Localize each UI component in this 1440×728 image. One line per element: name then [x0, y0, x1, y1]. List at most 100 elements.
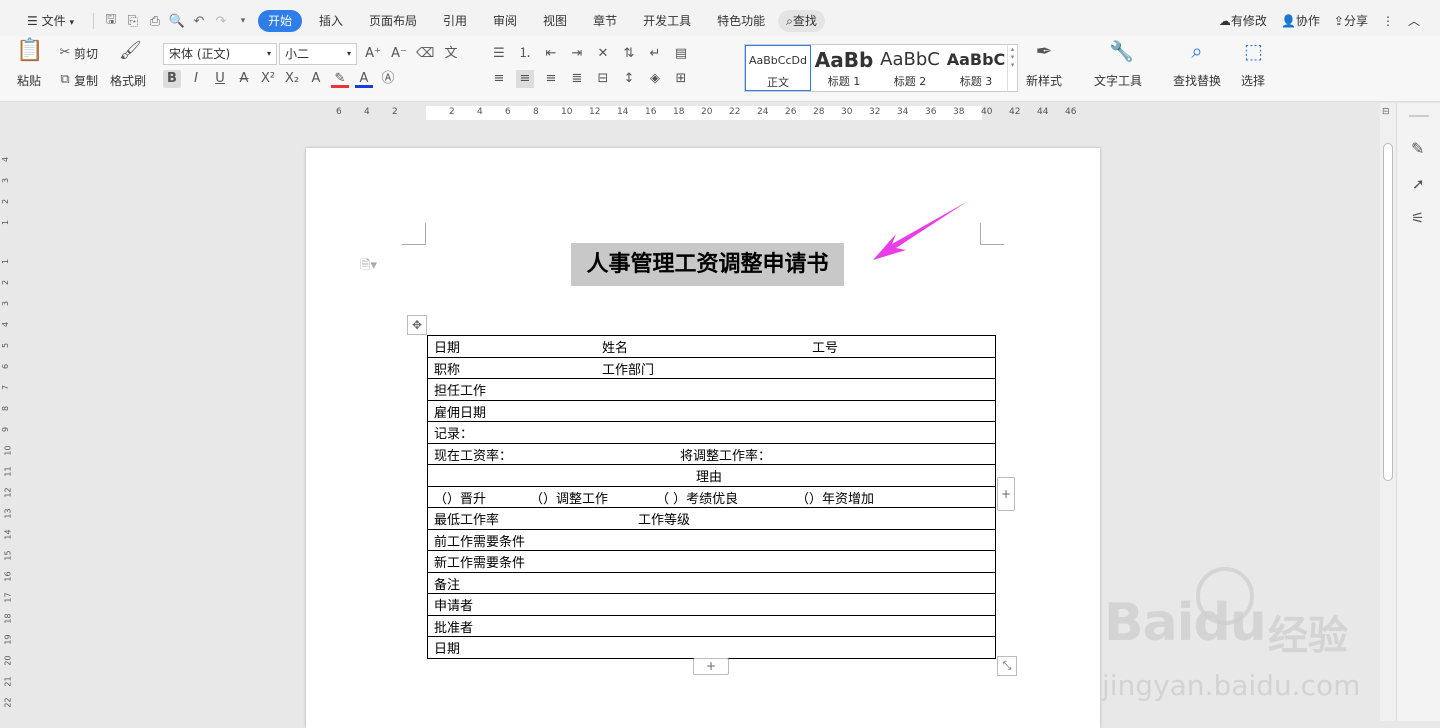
cut-button[interactable]: ✂ 剪切 [56, 44, 98, 62]
tab-review[interactable]: 审阅 [480, 10, 530, 32]
tab-view[interactable]: 视图 [530, 10, 580, 32]
sort-icon[interactable]: ⇅ [620, 45, 638, 63]
bullet-list-icon[interactable]: ☰ [490, 45, 508, 63]
strikethrough-icon[interactable]: A [235, 70, 253, 88]
font-color-icon[interactable]: A [355, 70, 373, 88]
undo-icon[interactable]: ↶ [188, 10, 210, 32]
copy-button[interactable]: ⧉ 复制 [56, 71, 98, 89]
file-menu[interactable]: ☰ 文件 ▾ [14, 10, 87, 32]
share-button[interactable]: ⇪分享 [1334, 10, 1368, 32]
add-column-icon[interactable]: + [997, 477, 1015, 511]
document-title[interactable]: 人事管理工资调整申请书 [571, 243, 844, 286]
tab-developer[interactable]: 开发工具 [630, 10, 704, 32]
adjust-icon[interactable]: ⚟ [1411, 209, 1424, 227]
more-icon[interactable]: ⋮ [1382, 10, 1394, 32]
numbered-list-icon[interactable]: ⒈ [516, 45, 534, 63]
new-style-button[interactable]: ✒ 新样式 [1026, 41, 1062, 89]
find-replace-button[interactable]: ⌕ 查找替换 [1173, 41, 1221, 89]
table-cell[interactable]: （）晋升 （）调整工作 （ ）考绩优良 （）年资增加 [427, 485, 996, 508]
page-view-icon[interactable]: ⊟ [1382, 107, 1390, 117]
table-cell[interactable]: 担任工作 [427, 378, 996, 401]
font-name-select[interactable]: 宋体 (正文) ▾ [163, 43, 277, 65]
table-cell[interactable]: 申请者 [427, 593, 996, 616]
decrease-indent-icon[interactable]: ⇤ [542, 45, 560, 63]
export-icon[interactable]: ⎘ [122, 10, 144, 32]
paragraph-mark-icon[interactable]: ↵ [646, 45, 664, 63]
table-cell[interactable]: 日期 姓名 工号 [427, 335, 996, 358]
align-left-icon[interactable]: ≡ [490, 70, 508, 88]
print-icon[interactable]: ⎙ [144, 10, 166, 32]
pointer-icon[interactable]: ➚ [1412, 175, 1425, 193]
increase-indent-icon[interactable]: ⇥ [568, 45, 586, 63]
phonetic-icon[interactable]: 文 [442, 45, 460, 63]
customize-icon[interactable]: ▾ [232, 10, 254, 32]
highlight-icon[interactable]: ✎ [331, 70, 349, 88]
align-right-icon[interactable]: ≡ [542, 70, 560, 88]
table-cell[interactable]: 理由 [427, 464, 996, 487]
subscript-icon[interactable]: X₂ [283, 70, 301, 88]
table-icon[interactable]: ▤ [672, 45, 690, 63]
print-preview-icon[interactable]: 🔍 [166, 10, 188, 32]
text-tools-button[interactable]: 🔧 文字工具 [1094, 41, 1142, 89]
style-scroll[interactable]: ▴ ▾ ▾ [1007, 45, 1017, 91]
add-row-icon[interactable]: + [693, 658, 729, 675]
vertical-ruler[interactable]: 4 3 2 1 1 2 3 4 5 6 7 8 9 10 11 12 13 14 15 16 17 18 19 20 21 22 [0, 123, 16, 721]
scrollbar-thumb[interactable] [1383, 143, 1393, 481]
tab-references[interactable]: 引用 [430, 10, 480, 32]
save-icon[interactable]: 🖫 [100, 10, 122, 32]
style-normal[interactable]: AaBbCcDd 正文 [745, 45, 811, 91]
table-cell[interactable]: 现在工资率： 将调整工作率： [427, 442, 996, 465]
table-resize-icon[interactable]: ⤡ [997, 656, 1017, 676]
chinese-layout-icon[interactable]: ✕ [594, 45, 612, 63]
underline-icon[interactable]: U [211, 70, 229, 88]
italic-icon[interactable]: I [187, 70, 205, 88]
tab-home[interactable]: 开始 [257, 10, 302, 32]
justify-icon[interactable]: ≣ [568, 70, 586, 88]
tab-insert[interactable]: 插入 [306, 10, 356, 32]
shading-icon[interactable]: ◈ [646, 70, 664, 88]
char-border-icon[interactable]: Ⓐ [379, 70, 397, 88]
horizontal-ruler[interactable]: 6 4 2 2 4 6 8 10 12 14 16 18 20 22 24 26 28 30 32 34 36 38 40 4… [0, 103, 1380, 123]
style-heading-3[interactable]: AaBbC 标题 3 [943, 45, 1009, 91]
style-heading-2[interactable]: AaBbC 标题 2 [877, 45, 943, 91]
borders-icon[interactable]: ⊞ [672, 70, 690, 88]
align-center-icon[interactable]: ≡ [516, 70, 534, 88]
edit-icon[interactable]: ✎ [1411, 139, 1424, 158]
text-effect-icon[interactable]: A [307, 70, 325, 88]
table-cell[interactable]: 前工作需要条件 [427, 528, 996, 551]
distribute-icon[interactable]: ⊟ [594, 70, 612, 88]
clear-format-icon[interactable]: ⌫ [416, 45, 434, 63]
paragraph-icon[interactable]: 🗎▾ [360, 256, 377, 278]
font-size-select[interactable]: 小二 ▾ [279, 43, 357, 65]
table-cell[interactable]: 批准者 [427, 614, 996, 637]
redo-icon[interactable]: ↷ [210, 10, 232, 32]
font-grow-icon[interactable]: A⁺ [364, 45, 382, 63]
table-cell[interactable]: 备注 [427, 571, 996, 594]
tab-special[interactable]: 特色功能 [704, 10, 778, 32]
collaborate-button[interactable]: 👤协作 [1281, 10, 1320, 32]
search-button[interactable]: ⌕查找 [778, 10, 825, 32]
table-cell[interactable]: 最低工作率 工作等级 [427, 507, 996, 530]
table-cell[interactable]: 日期 [427, 636, 996, 659]
table-move-icon[interactable]: ✥ [407, 315, 427, 335]
select-button[interactable]: ⬚ 选择 [1241, 41, 1265, 89]
document-page[interactable]: 🗎▾ 人事管理工资调整申请书 ✥ 日期 姓名 工号 职称 工作部门 担任工作 雇佣日期 记录：… [306, 148, 1100, 728]
format-painter-button[interactable]: 🖌 格式刷 [110, 42, 146, 89]
tab-chapter[interactable]: 章节 [580, 10, 630, 32]
cell-text: 新工作需要条件 [434, 556, 526, 571]
modified-button[interactable]: ☁有修改 [1219, 10, 1267, 32]
tab-page-layout[interactable]: 页面布局 [356, 10, 430, 32]
style-heading-1[interactable]: AaBb 标题 1 [811, 45, 877, 91]
ruler-tick-label: 28 [813, 107, 825, 117]
table-cell[interactable]: 职称 工作部门 [427, 356, 996, 379]
font-shrink-icon[interactable]: A⁻ [390, 45, 408, 63]
superscript-icon[interactable]: X² [259, 70, 277, 88]
ruler-tick-label: 2 [1, 279, 11, 286]
bold-icon[interactable]: B [163, 70, 181, 88]
line-spacing-icon[interactable]: ↕ [620, 70, 638, 88]
paste-button[interactable]: 📋 粘贴 [16, 40, 43, 89]
table-cell[interactable]: 新工作需要条件 [427, 550, 996, 573]
collapse-ribbon-icon[interactable]: ︿ [1408, 10, 1420, 32]
table-cell[interactable]: 记录： [427, 421, 996, 444]
table-cell[interactable]: 雇佣日期 [427, 399, 996, 422]
